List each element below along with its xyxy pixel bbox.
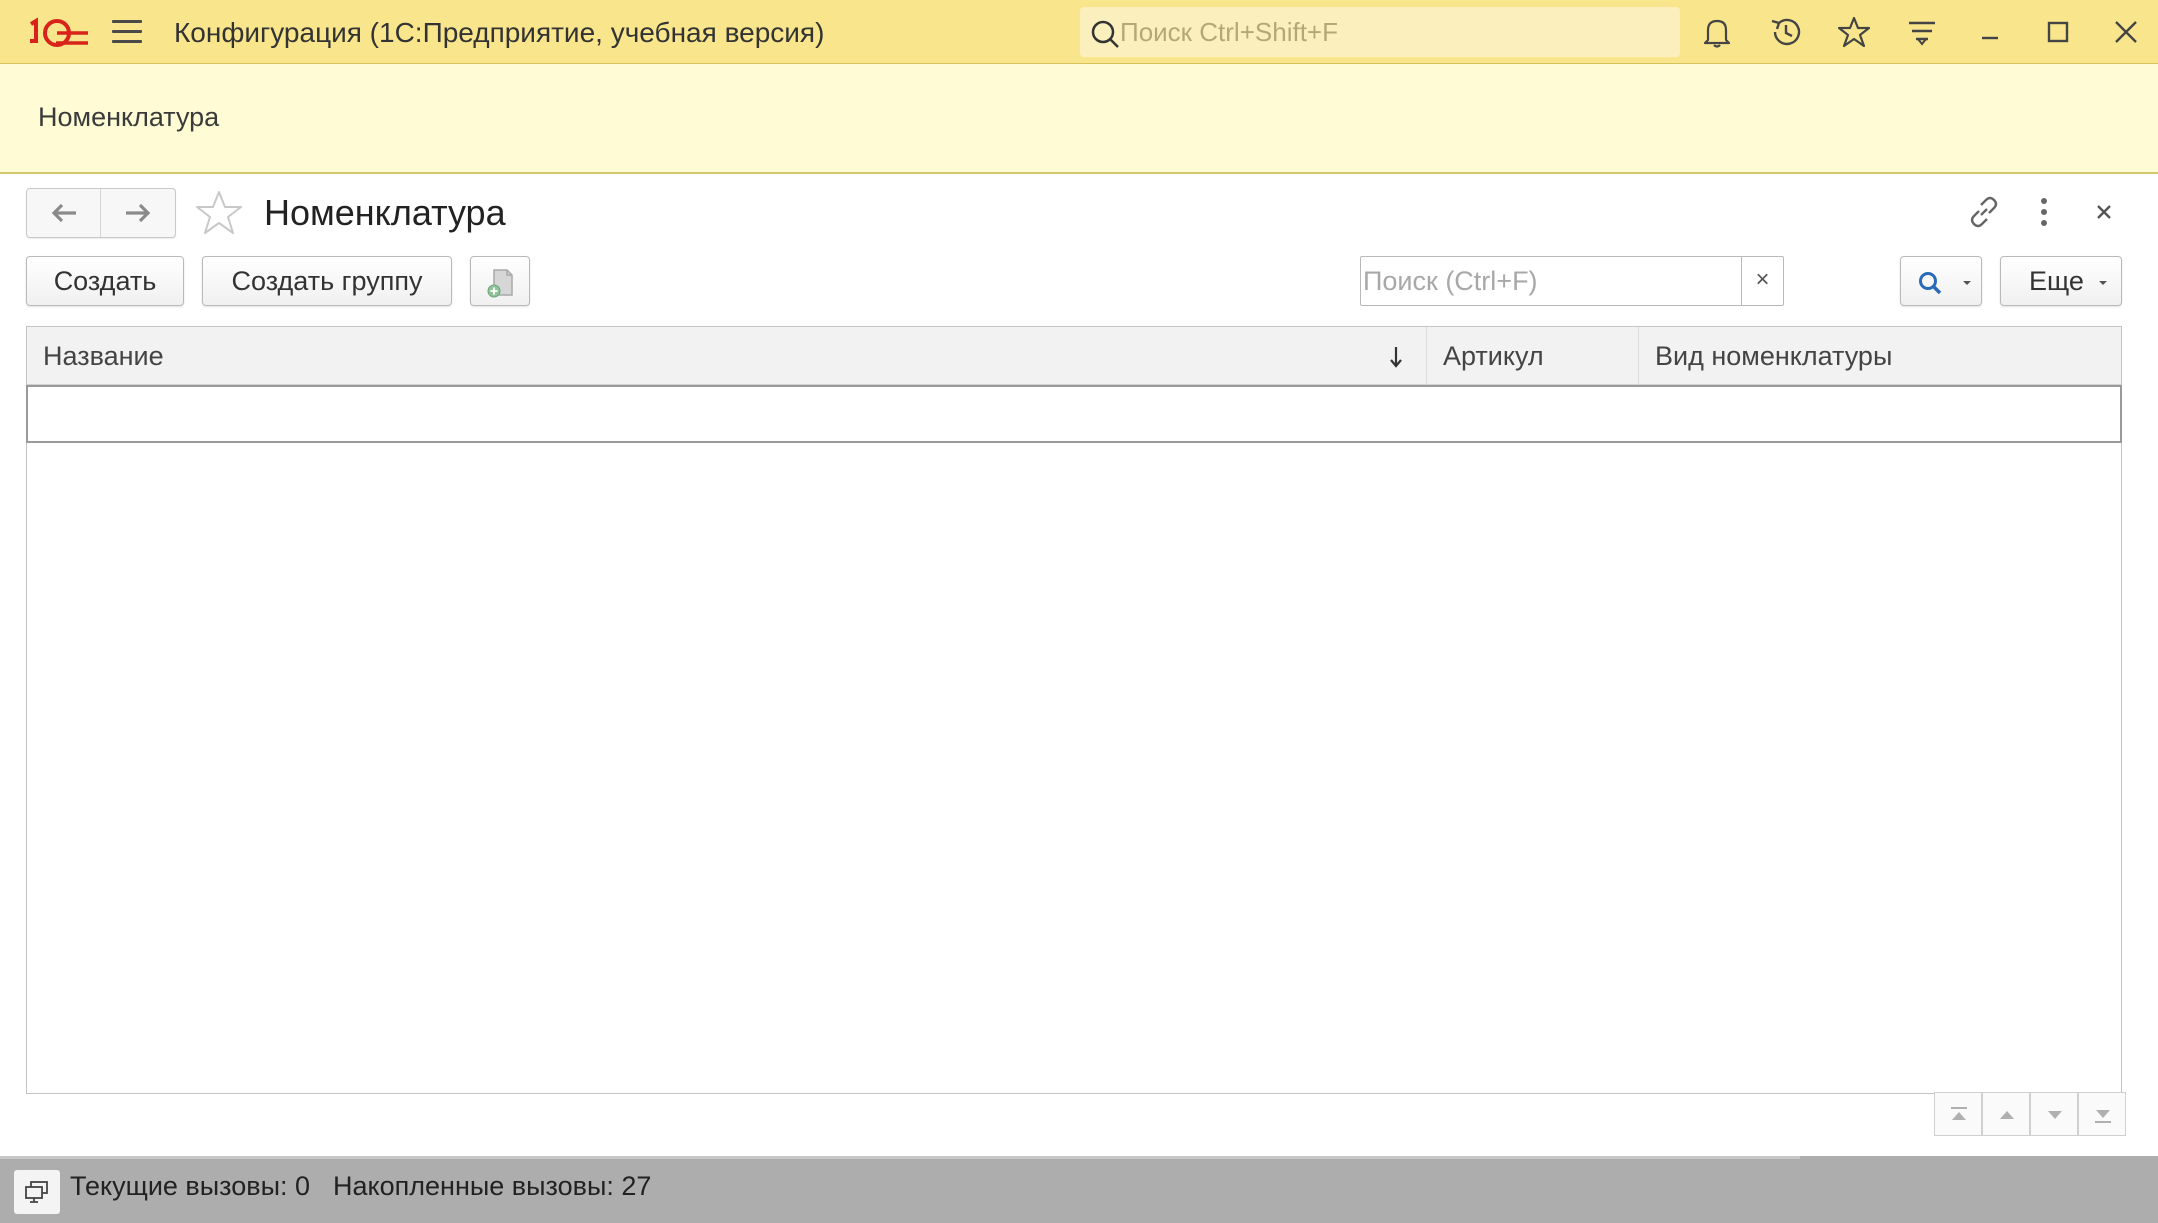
- form-title: Номенклатура: [264, 192, 506, 233]
- 1c-logo-icon[interactable]: [26, 11, 90, 53]
- minimize-icon[interactable]: [1972, 14, 2008, 50]
- navigation-buttons: [26, 188, 176, 238]
- clear-search-button[interactable]: ×: [1741, 257, 1783, 305]
- menu-icon-bar: [112, 20, 142, 23]
- main-menu-button[interactable]: [112, 20, 142, 44]
- copy-button[interactable]: [470, 256, 530, 306]
- search-options-button[interactable]: [1900, 256, 1982, 306]
- monitor-icon: [25, 1181, 48, 1203]
- arrow-left-icon: [51, 203, 76, 223]
- scroll-up-button[interactable]: [1982, 1092, 2030, 1136]
- more-actions-icon[interactable]: [2024, 192, 2064, 232]
- app-title: Конфигурация (1С:Предприятие, учебная ве…: [174, 17, 825, 48]
- chevron-down-icon: [2048, 1111, 2062, 1119]
- table-header: Название Артикул Вид номенклатуры: [27, 327, 2121, 385]
- table-row-current[interactable]: [26, 385, 2122, 443]
- chevron-first-icon: [1951, 1107, 1967, 1120]
- menu-icon-bar: [112, 40, 142, 43]
- sort-descending-icon: [1390, 347, 1402, 368]
- filter-icon[interactable]: [1904, 14, 1940, 50]
- performance-button[interactable]: [14, 1170, 60, 1214]
- star-icon[interactable]: [1836, 14, 1872, 50]
- column-header-kind[interactable]: Вид номенклатуры: [1639, 327, 2121, 385]
- forward-button[interactable]: [101, 189, 175, 237]
- column-label: Название: [43, 341, 164, 371]
- magnifier-icon: [1919, 272, 1942, 295]
- global-search-input[interactable]: [1120, 14, 1670, 50]
- close-form-icon[interactable]: [2084, 192, 2124, 232]
- nomenclature-table[interactable]: Название Артикул Вид номенклатуры: [26, 326, 2122, 1094]
- maximize-icon[interactable]: [2040, 14, 2076, 50]
- bell-icon[interactable]: [1699, 14, 1735, 50]
- more-button-label: Еще: [2029, 266, 2084, 296]
- current-calls-text: Текущие вызовы: 0: [70, 1171, 311, 1201]
- menu-icon-bar: [112, 30, 142, 33]
- scroll-to-bottom-button[interactable]: [2078, 1092, 2126, 1136]
- section-panel: Номенклатура: [0, 64, 2158, 174]
- history-icon[interactable]: [1768, 14, 1804, 50]
- column-header-name[interactable]: Название: [27, 327, 1427, 385]
- close-window-icon[interactable]: [2108, 14, 2144, 50]
- chevron-last-icon: [2095, 1110, 2111, 1123]
- search-icon: [1091, 20, 1119, 48]
- status-bar: Текущие вызовы: 0 Накопленные вызовы: 27: [0, 1156, 2158, 1223]
- accumulated-calls-text: Накопленные вызовы: 27: [333, 1171, 652, 1201]
- more-button[interactable]: Еще: [2000, 256, 2122, 306]
- chevron-down-icon: [1963, 281, 1971, 285]
- column-header-article[interactable]: Артикул: [1427, 327, 1639, 385]
- copy-document-icon: [487, 269, 513, 298]
- create-button[interactable]: Создать: [26, 256, 184, 306]
- section-link-nomenclature[interactable]: Номенклатура: [38, 102, 219, 133]
- scroll-down-button[interactable]: [2030, 1092, 2078, 1136]
- status-bar-divider: [0, 1156, 1800, 1159]
- title-bar: Конфигурация (1С:Предприятие, учебная ве…: [0, 0, 2158, 64]
- global-search[interactable]: [1080, 7, 1680, 57]
- scroll-to-top-button[interactable]: [1934, 1092, 1982, 1136]
- arrow-right-icon: [126, 203, 151, 223]
- chevron-down-icon: [2099, 281, 2107, 285]
- create-group-button[interactable]: Создать группу: [202, 256, 452, 306]
- list-search-field: ×: [1360, 256, 1784, 306]
- favorite-star-icon[interactable]: [194, 188, 244, 238]
- link-icon[interactable]: [1964, 192, 2004, 232]
- list-search-input[interactable]: [1363, 259, 1739, 303]
- chevron-up-icon: [2000, 1111, 2014, 1119]
- column-label: Вид номенклатуры: [1655, 341, 1893, 371]
- column-label: Артикул: [1443, 341, 1544, 371]
- back-button[interactable]: [27, 189, 101, 237]
- list-form: Номенклатура Создать Создать группу ×: [2, 174, 2158, 1156]
